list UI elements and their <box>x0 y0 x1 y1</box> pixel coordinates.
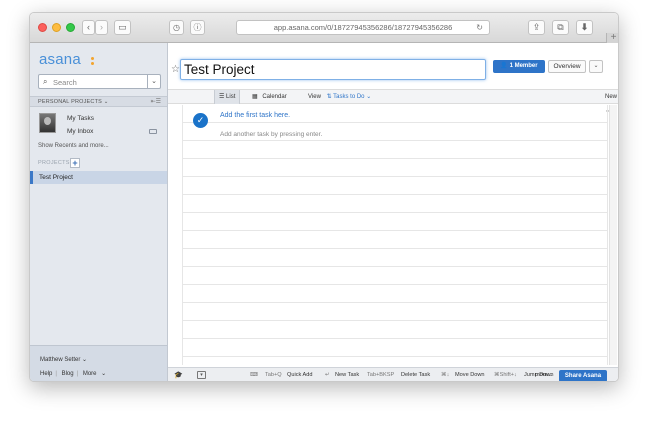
personal-projects-header[interactable]: PERSONAL PROJECTS ⌄ ⇤☰ <box>30 96 167 107</box>
zoom-window-button[interactable] <box>66 23 75 32</box>
footer-links: Help | Blog | More ⌄ <box>40 371 107 377</box>
browser-toolbar: ‹ › ▭ ◷ ⓘ app.asana.com/0/18727945356286… <box>30 13 618 44</box>
collapse-list-icon[interactable]: ⇤☰ <box>151 98 161 105</box>
members-button[interactable]: 👤 1 Member <box>493 60 545 73</box>
view-filter-icon: ⇅ <box>326 94 332 100</box>
delete-key: Tab+BKSP <box>367 372 395 378</box>
star-icon[interactable]: ☆ <box>171 64 180 75</box>
sidebar-item-my-inbox[interactable]: My Inbox <box>67 128 93 135</box>
next-task-hint: Add another task by pressing enter. <box>220 131 323 138</box>
quick-add-label[interactable]: Quick Add <box>287 372 313 378</box>
scrollbar[interactable] <box>609 105 617 365</box>
logo-dots-icon <box>91 57 94 65</box>
project-title-field[interactable]: Test Project <box>180 59 486 80</box>
sidebar-item-test-project[interactable]: Test Project <box>30 171 167 184</box>
keyboard-icon: ⌨ <box>250 372 259 378</box>
history-icon[interactable]: ◷ <box>169 20 184 35</box>
overview-button[interactable]: Overview <box>548 60 586 73</box>
browser-window: ‹ › ▭ ◷ ⓘ app.asana.com/0/18727945356286… <box>29 12 619 382</box>
project-label: Test Project <box>39 174 73 181</box>
downloads-icon[interactable]: ⬇ <box>576 20 593 35</box>
search-box[interactable]: ⌕ Search ⌄ <box>38 74 161 89</box>
check-icon[interactable]: ✓ <box>193 113 208 128</box>
info-icon[interactable]: ⓘ <box>190 20 205 35</box>
search-input[interactable]: Search <box>53 78 77 87</box>
quick-add-key: Tab+Q <box>265 372 282 378</box>
address-bar[interactable]: app.asana.com/0/18727945356286/187279453… <box>236 20 490 35</box>
new-menu[interactable]: New ⌄ <box>605 90 618 114</box>
tab-list[interactable]: ☰ List <box>214 90 241 104</box>
forward-button[interactable]: › <box>95 20 108 35</box>
view-filter[interactable]: View ⇅ Tasks to Do ⌄ <box>308 90 371 104</box>
search-icon: ⌕ <box>43 77 48 86</box>
tab-calendar[interactable]: ▦ Calendar <box>252 90 287 104</box>
sidebar-toggle-icon[interactable]: ▭ <box>114 20 131 35</box>
share-asana-button[interactable]: Share Asana <box>559 370 607 381</box>
shortcut-bar: 🎓 ▾ ⌨ Tab+Q Quick Add ↵ New Task Tab+BKS… <box>168 367 618 381</box>
jump-key: ⌘Shift+↓ <box>494 372 517 378</box>
enter-key-icon: ↵ <box>325 372 330 378</box>
help-link[interactable]: Help <box>40 371 52 377</box>
task-list <box>182 105 608 365</box>
tabs-overview-icon[interactable]: ⧉ <box>552 20 569 35</box>
show-recents-link[interactable]: Show Recents and more... <box>38 143 109 149</box>
sidebar: asana ⌕ Search ⌄ PERSONAL PROJECTS ⌄ ⇤☰ … <box>30 43 168 381</box>
user-menu[interactable]: Matthew Setter ⌄ <box>40 356 87 363</box>
graduation-cap-icon[interactable]: 🎓 <box>174 371 183 379</box>
search-dropdown-chevron-icon[interactable]: ⌄ <box>147 75 160 88</box>
page-title: Test Project <box>184 62 255 77</box>
reload-icon[interactable]: ↻ <box>476 21 483 34</box>
sidebar-footer: Matthew Setter ⌄ Help | Blog | More ⌄ <box>30 345 167 381</box>
more-link[interactable]: More ⌄ <box>83 371 106 377</box>
projects-label: PROJECTS <box>38 160 70 166</box>
new-task-label[interactable]: New Task <box>335 372 359 378</box>
more-shortcuts-link[interactable]: more... <box>535 372 552 378</box>
minimize-window-button[interactable] <box>52 23 61 32</box>
sidebar-item-my-tasks[interactable]: My Tasks <box>67 115 94 122</box>
delete-task-label[interactable]: Delete Task <box>401 372 430 378</box>
close-window-button[interactable] <box>38 23 47 32</box>
back-button[interactable]: ‹ <box>82 20 95 35</box>
blog-link[interactable]: Blog <box>62 371 74 377</box>
first-task-input[interactable]: Add the first task here. <box>220 112 291 119</box>
add-project-button[interactable]: + <box>70 158 80 168</box>
move-down-key-icon: ⌘↓ <box>441 372 450 378</box>
share-icon[interactable]: ⇪ <box>528 20 545 35</box>
asana-logo[interactable]: asana <box>39 51 81 68</box>
section-header-label: PERSONAL PROJECTS ⌄ <box>38 99 109 105</box>
inbox-icon <box>149 129 157 134</box>
view-tabbar: ☰ List ▦ Calendar View ⇅ Tasks to Do ⌄ N… <box>168 89 618 114</box>
move-down-label[interactable]: Move Down <box>455 372 485 378</box>
url-text: app.asana.com/0/18727945356286/187279453… <box>273 23 453 32</box>
project-menu-chevron-icon[interactable]: ⌄ <box>589 60 603 73</box>
tab-key-icon: ▾ <box>197 371 206 379</box>
avatar[interactable] <box>39 113 56 133</box>
main-pane: ☆ Test Project 👤 1 Member Overview ⌄ ☰ L… <box>168 43 618 381</box>
